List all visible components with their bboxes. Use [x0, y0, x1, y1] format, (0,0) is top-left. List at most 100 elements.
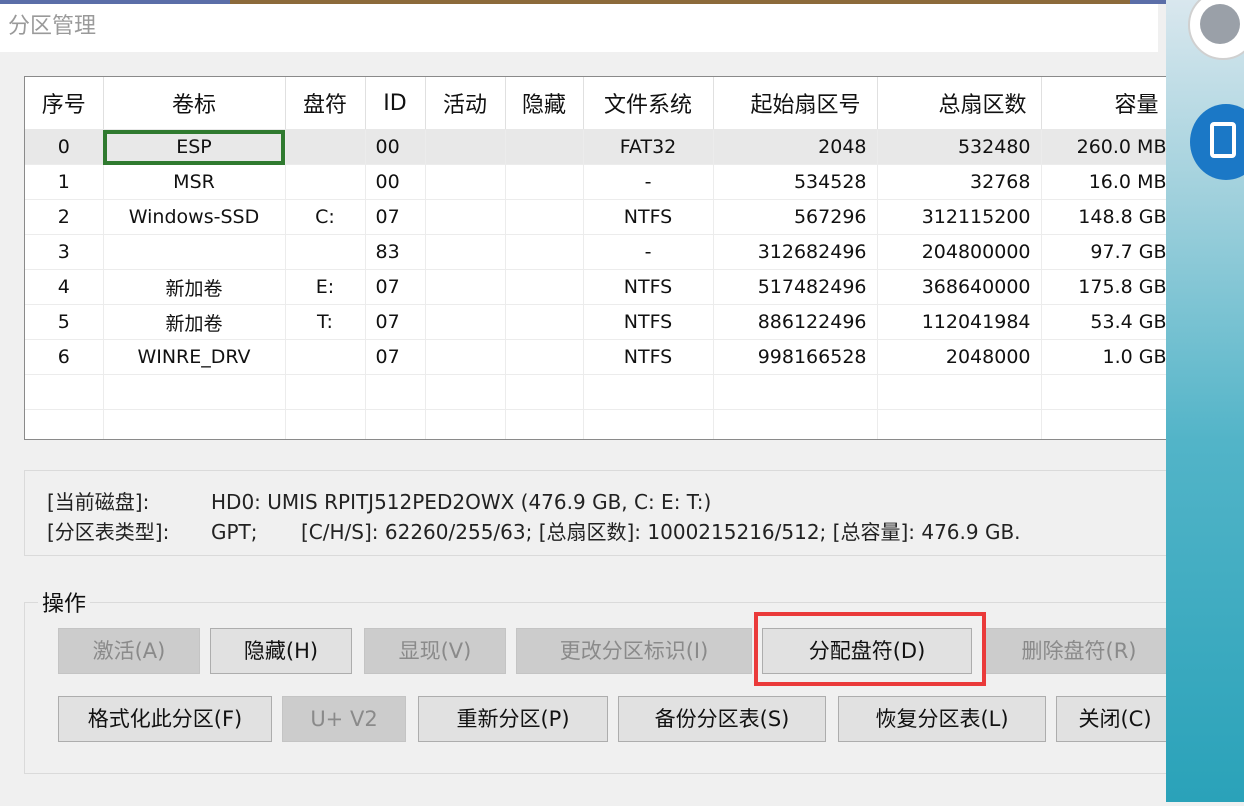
- table-row[interactable]: 1 MSR 00 - 534528 32768 16.0 MB: [25, 164, 1167, 200]
- cell-hidden: [505, 304, 584, 340]
- table-header-row: 序号 卷标 盘符 ID 活动 隐藏 文件系统 起始扇区号 总扇区数 容量: [25, 77, 1167, 130]
- col-header-id[interactable]: ID: [365, 77, 426, 130]
- cell-capacity: 175.8 GB: [1041, 269, 1167, 305]
- cell-drive: C:: [285, 199, 366, 235]
- format-partition-button[interactable]: 格式化此分区(F): [58, 696, 272, 742]
- cell-drive: [285, 164, 366, 200]
- delete-drive-letter-button[interactable]: 删除盘符(R): [984, 628, 1174, 674]
- partition-type-value: GPT;: [211, 520, 258, 544]
- cell-capacity: 260.0 MB: [1041, 129, 1167, 165]
- cell-id: 07: [365, 304, 426, 340]
- cell-filesystem: NTFS: [583, 339, 714, 375]
- current-disk-value: HD0: UMIS RPITJ512PED2OWX (476.9 GB, C: …: [211, 490, 712, 514]
- cell-filesystem: NTFS: [583, 269, 714, 305]
- cell-start-sector: 2048: [713, 129, 878, 165]
- cell-capacity: 1.0 GB: [1041, 339, 1167, 375]
- change-id-button[interactable]: 更改分区标识(I): [516, 628, 752, 674]
- cell-active: [425, 129, 506, 165]
- show-button[interactable]: 显现(V): [364, 628, 506, 674]
- cell-capacity: 16.0 MB: [1041, 164, 1167, 200]
- current-disk-label: [当前磁盘]:: [47, 490, 150, 514]
- uv2-button[interactable]: U+ V2: [282, 696, 406, 742]
- repartition-button[interactable]: 重新分区(P): [418, 696, 608, 742]
- tablet-icon[interactable]: [1190, 104, 1244, 180]
- partition-table[interactable]: 序号 卷标 盘符 ID 活动 隐藏 文件系统 起始扇区号 总扇区数 容量 0 E…: [24, 76, 1167, 440]
- cell-total-sectors: 368640000: [877, 269, 1042, 305]
- cell-drive: [285, 339, 366, 375]
- col-header-drive[interactable]: 盘符: [285, 77, 366, 130]
- cell-active: [425, 164, 506, 200]
- cell-capacity: 53.4 GB: [1041, 304, 1167, 340]
- cell-drive: [285, 129, 366, 165]
- cell-hidden: [505, 129, 584, 165]
- table-row[interactable]: 4 新加卷 E: 07 NTFS 517482496 368640000 175…: [25, 269, 1167, 305]
- col-header-active[interactable]: 活动: [425, 77, 506, 130]
- cell-label: MSR: [103, 164, 286, 200]
- cell-id: 00: [365, 129, 426, 165]
- table-row[interactable]: 3 83 - 312682496 204800000 97.7 GB: [25, 234, 1167, 270]
- cell-active: [425, 199, 506, 235]
- cell-filesystem: NTFS: [583, 304, 714, 340]
- activate-button[interactable]: 激活(A): [58, 628, 200, 674]
- operations-title: 操作: [38, 586, 91, 618]
- cell-index: 4: [25, 269, 104, 305]
- cell-id: 07: [365, 339, 426, 375]
- cell-label: ESP: [103, 129, 286, 165]
- restore-partition-table-button[interactable]: 恢复分区表(L): [838, 696, 1046, 742]
- cell-filesystem: FAT32: [583, 129, 714, 165]
- cell-filesystem: -: [583, 234, 714, 270]
- col-header-capacity[interactable]: 容量: [1041, 77, 1167, 130]
- col-header-label[interactable]: 卷标: [103, 77, 286, 130]
- disk-geometry: [C/H/S]: 62260/255/63; [总扇区数]: 100021521…: [301, 520, 1021, 544]
- cell-start-sector: 567296: [713, 199, 878, 235]
- cell-active: [425, 339, 506, 375]
- cell-filesystem: NTFS: [583, 199, 714, 235]
- cell-index: 6: [25, 339, 104, 375]
- cell-id: 07: [365, 199, 426, 235]
- cell-start-sector: 998166528: [713, 339, 878, 375]
- col-header-total-sectors[interactable]: 总扇区数: [877, 77, 1042, 130]
- window-title: 分区管理: [0, 4, 1158, 52]
- cell-active: [425, 304, 506, 340]
- cell-drive: E:: [285, 269, 366, 305]
- avatar-image: [1200, 4, 1240, 44]
- col-header-index[interactable]: 序号: [25, 77, 104, 130]
- cell-drive: T:: [285, 304, 366, 340]
- cell-index: 3: [25, 234, 104, 270]
- cell-drive: [285, 234, 366, 270]
- backup-partition-table-button[interactable]: 备份分区表(S): [618, 696, 826, 742]
- cell-hidden: [505, 199, 584, 235]
- hide-button[interactable]: 隐藏(H): [210, 628, 352, 674]
- cell-start-sector: 534528: [713, 164, 878, 200]
- cell-start-sector: 886122496: [713, 304, 878, 340]
- close-button[interactable]: 关闭(C): [1056, 696, 1174, 742]
- col-header-filesystem[interactable]: 文件系统: [583, 77, 714, 130]
- cell-active: [425, 269, 506, 305]
- tablet-glyph: [1210, 122, 1236, 158]
- disk-info-panel: [当前磁盘]: HD0: UMIS RPITJ512PED2OWX (476.9 …: [24, 470, 1167, 556]
- cell-active: [425, 234, 506, 270]
- cell-id: 07: [365, 269, 426, 305]
- col-header-start-sector[interactable]: 起始扇区号: [713, 77, 878, 130]
- table-row[interactable]: 6 WINRE_DRV 07 NTFS 998166528 2048000 1.…: [25, 339, 1167, 375]
- cell-total-sectors: 532480: [877, 129, 1042, 165]
- col-header-hidden[interactable]: 隐藏: [505, 77, 584, 130]
- table-row[interactable]: 5 新加卷 T: 07 NTFS 886122496 112041984 53.…: [25, 304, 1167, 340]
- disk-info-row: [当前磁盘]: HD0: UMIS RPITJ512PED2OWX (476.9 …: [47, 487, 711, 517]
- cell-hidden: [505, 234, 584, 270]
- highlight-box: [754, 612, 986, 686]
- table-row-empty: [25, 409, 1167, 439]
- table-row[interactable]: 2 Windows-SSD C: 07 NTFS 567296 31211520…: [25, 199, 1167, 235]
- table-row[interactable]: 0 ESP 00 FAT32 2048 532480 260.0 MB: [25, 129, 1167, 165]
- cell-label: 新加卷: [103, 304, 286, 340]
- cell-index: 1: [25, 164, 104, 200]
- cell-label: 新加卷: [103, 269, 286, 305]
- avatar-icon[interactable]: [1188, 0, 1244, 60]
- cell-label: Windows-SSD: [103, 199, 286, 235]
- cell-filesystem: -: [583, 164, 714, 200]
- window-bottom-edge: [0, 800, 1166, 806]
- cell-start-sector: 312682496: [713, 234, 878, 270]
- cell-total-sectors: 204800000: [877, 234, 1042, 270]
- cell-hidden: [505, 339, 584, 375]
- cell-start-sector: 517482496: [713, 269, 878, 305]
